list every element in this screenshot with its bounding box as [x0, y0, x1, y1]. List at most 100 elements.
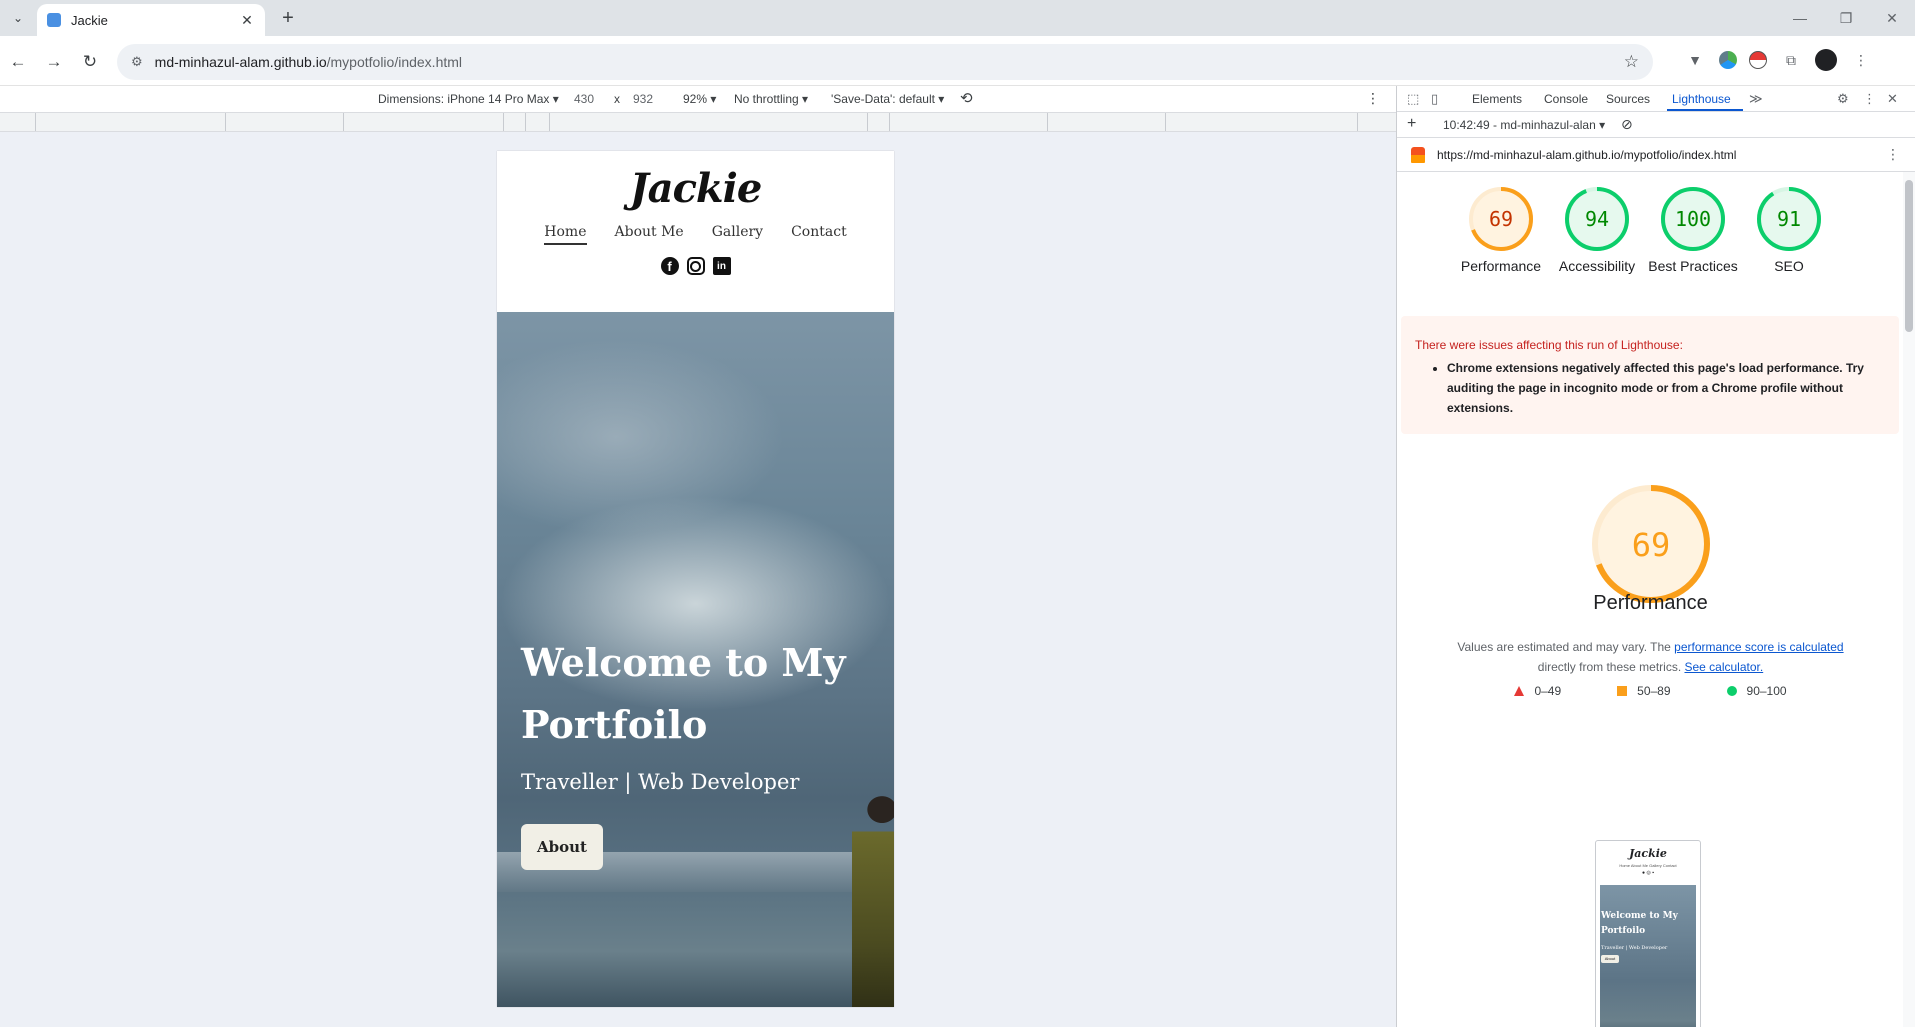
- new-report-icon[interactable]: +: [1407, 115, 1416, 133]
- media-query-segment[interactable]: [0, 113, 36, 131]
- tab-console[interactable]: Console: [1544, 92, 1588, 106]
- more-tabs-icon[interactable]: ≫: [1749, 91, 1763, 107]
- gauge-seo[interactable]: 91 SEO: [1741, 186, 1837, 276]
- gauge-label: Best Practices: [1648, 258, 1738, 274]
- gauge-best-practices[interactable]: 100 Best Practices: [1645, 186, 1741, 276]
- report-scrollbar-thumb[interactable]: [1905, 180, 1913, 332]
- gauge-ring: 94: [1565, 187, 1629, 251]
- media-query-segment[interactable]: [36, 113, 226, 131]
- big-gauge-score: 69: [1632, 526, 1671, 564]
- media-query-segment[interactable]: [226, 113, 344, 131]
- thumb-nav: Home About Me Gallery Contact: [1619, 863, 1677, 868]
- forward-button[interactable]: →: [40, 48, 68, 76]
- back-button[interactable]: ←: [4, 48, 32, 76]
- score-calculated-link[interactable]: performance score is calculated: [1674, 640, 1843, 654]
- nav-about-link[interactable]: About Me: [615, 224, 684, 245]
- close-window-button[interactable]: ✕: [1869, 0, 1915, 36]
- gauge-label: SEO: [1774, 258, 1804, 274]
- hero-subtitle: Traveller | Web Developer: [521, 770, 800, 794]
- nav-home-link[interactable]: Home: [544, 224, 587, 245]
- linkedin-icon[interactable]: in: [712, 257, 731, 275]
- device-width-input[interactable]: 430: [574, 92, 594, 106]
- tab-sources[interactable]: Sources: [1606, 92, 1650, 106]
- dimension-separator: x: [614, 92, 620, 106]
- profile-avatar[interactable]: [1815, 49, 1837, 71]
- legend-fail: 0–49: [1514, 684, 1561, 698]
- gauge-score: 100: [1675, 207, 1711, 231]
- device-toolbar-menu-icon[interactable]: ⋮: [1366, 90, 1380, 107]
- hero-section: Welcome to My Portfoilo Traveller | Web …: [497, 312, 894, 1007]
- note-text: Values are estimated and may vary. The: [1457, 640, 1675, 654]
- device-viewport: Jackie Home About Me Gallery Contact f i…: [0, 132, 1396, 1027]
- save-data-dropdown[interactable]: 'Save-Data': default ▾: [831, 92, 944, 106]
- report-url-bar: https://md-minhazul-alam.github.io/mypot…: [1397, 138, 1915, 172]
- site-info-icon[interactable]: ⚙: [131, 54, 143, 70]
- legend-label: 0–49: [1534, 684, 1562, 698]
- instagram-icon[interactable]: [686, 257, 705, 275]
- legend-label: 90–100: [1746, 684, 1787, 698]
- zoom-dropdown[interactable]: 92% ▾: [683, 92, 716, 106]
- performance-note: Values are estimated and may vary. The p…: [1417, 637, 1884, 677]
- tab-elements[interactable]: Elements: [1472, 92, 1522, 106]
- see-calculator-link[interactable]: See calculator.: [1684, 660, 1763, 674]
- gauge-ring: 91: [1757, 187, 1821, 251]
- media-query-segment[interactable]: [1166, 113, 1358, 131]
- hero-title: Welcome to My Portfoilo: [521, 640, 846, 747]
- emulated-page: Jackie Home About Me Gallery Contact f i…: [497, 151, 894, 1007]
- clear-reports-icon[interactable]: ⊘: [1621, 116, 1633, 133]
- facebook-icon[interactable]: f: [660, 257, 679, 275]
- site-nav: Home About Me Gallery Contact: [497, 224, 894, 245]
- thumb-title: Welcome to My Portfoilo: [1601, 911, 1678, 936]
- extensions-puzzle-icon[interactable]: ⧉: [1779, 48, 1803, 72]
- media-query-segment[interactable]: [868, 113, 890, 131]
- url-path: /mypotfolio/index.html: [326, 54, 463, 70]
- new-tab-button[interactable]: +: [276, 6, 300, 30]
- restore-button[interactable]: ❐: [1823, 0, 1869, 36]
- close-devtools-icon[interactable]: ✕: [1887, 91, 1898, 107]
- gauge-score: 91: [1777, 207, 1801, 231]
- media-query-segment[interactable]: [550, 113, 868, 131]
- site-logo[interactable]: Jackie: [497, 151, 894, 212]
- media-query-segment[interactable]: [1048, 113, 1166, 131]
- device-height-input[interactable]: 932: [633, 92, 653, 106]
- favicon-icon: [47, 13, 61, 27]
- bookmark-star-icon[interactable]: ☆: [1624, 52, 1639, 72]
- chrome-menu-icon[interactable]: ⋮: [1849, 48, 1873, 72]
- report-menu-icon[interactable]: ⋮: [1886, 146, 1900, 163]
- address-bar[interactable]: ⚙ md-minhazul-alam.github.io/mypotfolio/…: [117, 44, 1653, 80]
- media-query-segment[interactable]: [504, 113, 526, 131]
- browser-tab[interactable]: Jackie ✕: [37, 4, 265, 36]
- page-screenshot-thumbnail[interactable]: Jackie Home About Me Gallery Contact ● ◎…: [1595, 840, 1701, 1027]
- report-selector-dropdown[interactable]: 10:42:49 - md-minhazul-alan ▾: [1443, 118, 1605, 132]
- note-text: directly from these metrics.: [1537, 660, 1685, 674]
- tab-lighthouse[interactable]: Lighthouse: [1672, 92, 1731, 106]
- warning-list: Chrome extensions negatively affected th…: [1415, 358, 1885, 418]
- gauge-performance[interactable]: 69 Performance: [1453, 186, 1549, 276]
- thumb-logo: Jackie: [1629, 847, 1667, 860]
- score-legend: 0–49 50–89 90–100: [1397, 684, 1904, 698]
- gauge-accessibility[interactable]: 94 Accessibility: [1549, 186, 1645, 276]
- nav-contact-link[interactable]: Contact: [791, 224, 847, 245]
- url-host: md-minhazul-alam.github.io: [154, 54, 327, 70]
- nav-gallery-link[interactable]: Gallery: [712, 224, 763, 245]
- settings-gear-icon[interactable]: ⚙: [1837, 91, 1849, 107]
- media-query-segment[interactable]: [344, 113, 504, 131]
- rotate-icon[interactable]: ⟲: [960, 89, 973, 107]
- reload-button[interactable]: ↻: [76, 48, 104, 76]
- close-tab-icon[interactable]: ✕: [239, 12, 255, 29]
- media-query-segment[interactable]: [526, 113, 550, 131]
- colorful-extension-icon[interactable]: [1719, 51, 1737, 69]
- square-icon: [1617, 686, 1628, 696]
- vpn-extension-icon[interactable]: ▼: [1683, 48, 1707, 72]
- tab-search-button[interactable]: ⌄: [6, 6, 30, 30]
- pokeball-extension-icon[interactable]: [1749, 51, 1767, 69]
- about-button[interactable]: About: [521, 824, 603, 870]
- throttling-dropdown[interactable]: No throttling ▾: [734, 92, 808, 106]
- inspect-element-icon[interactable]: ⬚: [1407, 91, 1419, 107]
- minimize-button[interactable]: —: [1777, 0, 1823, 36]
- device-dimensions-dropdown[interactable]: Dimensions: iPhone 14 Pro Max ▾: [378, 92, 559, 106]
- gauge-ring: 100: [1661, 187, 1725, 251]
- media-query-segment[interactable]: [890, 113, 1048, 131]
- device-toggle-icon[interactable]: ▯: [1431, 91, 1438, 107]
- devtools-menu-icon[interactable]: ⋮: [1863, 91, 1876, 107]
